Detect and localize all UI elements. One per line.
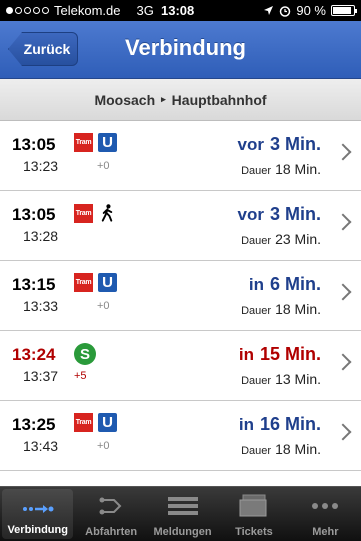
duration-value: 18 Min.: [275, 441, 321, 457]
tab-bar: Verbindung Abfahrten Meldungen Tickets M…: [0, 486, 361, 541]
duration-value: 23 Min.: [275, 231, 321, 247]
tram-icon: Tram: [74, 133, 93, 152]
battery-percent: 90 %: [296, 3, 326, 18]
alarm-clock-icon: [280, 5, 291, 17]
relative-value: 15 Min.: [259, 344, 321, 364]
duration: Dauer 18 Min.: [241, 301, 321, 317]
duration: Dauer 13 Min.: [241, 371, 321, 387]
relative-time: vor 3 Min.: [238, 204, 321, 225]
connection-icon: [22, 505, 54, 513]
connection-row[interactable]: 13:05 13:28 Tram vor 3 Min. Dauer 23 Min.: [0, 191, 361, 261]
arrival-time: 13:43: [23, 438, 59, 454]
duration-label: Dauer: [241, 165, 272, 177]
connection-row[interactable]: 13:15 13:33 Tram U +0 in 6 Min. Dauer 18 M…: [0, 261, 361, 331]
clock: 13:08: [161, 3, 195, 18]
route-arrow-icon: ▸: [161, 94, 166, 104]
duration-label: Dauer: [241, 305, 272, 317]
tab-label: Tickets: [235, 526, 273, 538]
location-arrow-icon: [264, 6, 274, 15]
signal-strength-icon: [6, 7, 49, 14]
sbahn-icon: S: [74, 343, 96, 365]
route-header: Moosach ▸ Hauptbahnhof: [0, 79, 361, 121]
departure-time: 13:25: [12, 415, 56, 434]
more-icon: [312, 503, 339, 509]
tram-icon: Tram: [74, 413, 93, 432]
connection-row[interactable]: 13:05 13:23 Tram U +0 vor 3 Min. Dauer 18 …: [0, 121, 361, 191]
duration-value: 18 Min.: [275, 161, 321, 177]
relative-prefix: in: [238, 345, 254, 364]
chevron-right-icon: [334, 423, 352, 441]
tab-tickets[interactable]: Tickets: [218, 487, 289, 541]
delay-indicator: +0: [97, 440, 110, 452]
chevron-right-icon: [334, 143, 352, 161]
page-title: Verbindung: [125, 35, 246, 60]
relative-prefix: in: [238, 415, 254, 434]
connection-list: 13:05 13:23 Tram U +0 vor 3 Min. Dauer 18 …: [0, 121, 361, 471]
tab-label: Mehr: [312, 526, 339, 538]
delay-indicator: +0: [97, 300, 110, 312]
tram-icon: Tram: [74, 203, 93, 223]
network-type: 3G: [136, 3, 154, 18]
tab-label: Verbindung: [7, 524, 68, 536]
relative-time: vor 3 Min.: [238, 134, 321, 155]
status-bar: Telekom.de 3G 13:08 90 %: [0, 0, 361, 21]
connection-row[interactable]: 13:25 13:43 Tram U +0 in 16 Min. Dauer 18 …: [0, 401, 361, 471]
tab-abfahrten[interactable]: Abfahrten: [75, 487, 146, 541]
duration: Dauer 23 Min.: [241, 231, 321, 247]
arrival-time: 13:23: [23, 158, 59, 174]
tab-label: Abfahrten: [85, 526, 138, 538]
tab-label: Meldungen: [153, 526, 212, 538]
tickets-icon: [239, 494, 267, 517]
ubahn-icon: U: [98, 413, 117, 432]
relative-value: 16 Min.: [259, 414, 321, 434]
ubahn-icon: U: [98, 273, 117, 292]
departure-time: 13:05: [12, 205, 56, 224]
list-icon: [167, 497, 198, 515]
arrival-time: 13:33: [23, 298, 59, 314]
connection-row[interactable]: 13:24 13:37 S +5 in 15 Min. Dauer 13 Min.: [0, 331, 361, 401]
tab-verbindung[interactable]: Verbindung: [2, 489, 74, 539]
relative-time: in 15 Min.: [239, 344, 321, 365]
battery-icon: [331, 5, 357, 16]
duration-value: 18 Min.: [275, 301, 321, 317]
carrier-name: Telekom.de: [54, 3, 121, 18]
relative-time: in 16 Min.: [239, 414, 321, 435]
departures-icon: [99, 497, 122, 515]
relative-value: 3 Min.: [269, 134, 321, 154]
delay-indicator: +0: [97, 160, 110, 172]
duration-label: Dauer: [241, 375, 272, 387]
relative-prefix: vor: [237, 205, 264, 224]
relative-time: in 6 Min.: [249, 274, 321, 295]
relative-prefix: in: [248, 275, 264, 294]
relative-value: 6 Min.: [269, 274, 321, 294]
delay-indicator: +5: [74, 370, 87, 382]
navigation-bar: Zurück Verbindung: [0, 21, 361, 79]
arrival-time: 13:37: [23, 368, 59, 384]
origin-station: Moosach: [94, 91, 156, 108]
chevron-right-icon: [334, 213, 352, 231]
chevron-right-icon: [334, 353, 352, 371]
walking-icon: [101, 204, 113, 222]
departure-time: 13:24: [12, 345, 56, 364]
ubahn-icon: U: [98, 133, 117, 152]
relative-value: 3 Min.: [269, 204, 321, 224]
destination-station: Hauptbahnhof: [171, 91, 267, 108]
duration-label: Dauer: [241, 235, 272, 247]
tab-meldungen[interactable]: Meldungen: [147, 487, 218, 541]
duration-label: Dauer: [241, 445, 272, 457]
tab-mehr[interactable]: Mehr: [290, 487, 361, 541]
departure-time: 13:05: [12, 135, 56, 154]
duration-value: 13 Min.: [275, 371, 321, 387]
chevron-right-icon: [334, 283, 352, 301]
departure-time: 13:15: [12, 275, 56, 294]
duration: Dauer 18 Min.: [241, 441, 321, 457]
arrival-time: 13:28: [23, 228, 59, 244]
relative-prefix: vor: [237, 135, 264, 154]
duration: Dauer 18 Min.: [241, 161, 321, 177]
tram-icon: Tram: [74, 273, 93, 292]
